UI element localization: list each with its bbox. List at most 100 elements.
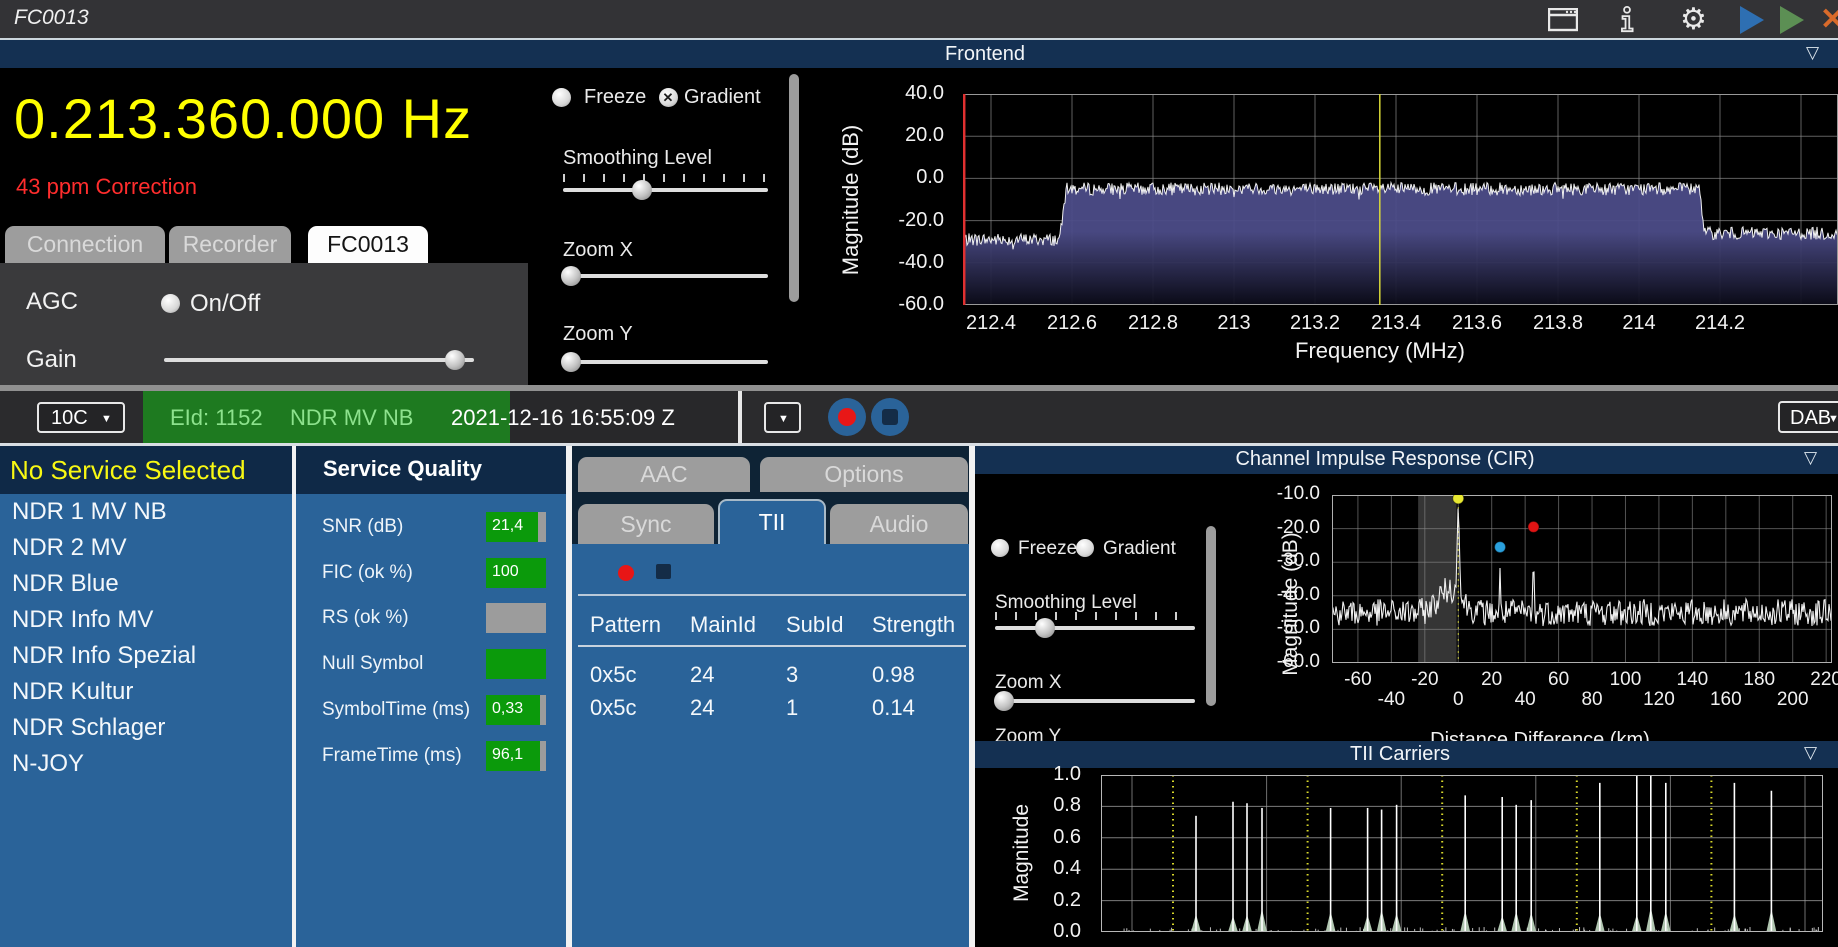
channel-select[interactable]: 10C ▼ xyxy=(37,402,125,433)
service-quality-header: Service Quality xyxy=(296,446,566,494)
tab-audio[interactable]: Audio xyxy=(830,504,968,544)
zoom-y-slider-handle[interactable] xyxy=(561,352,581,372)
quality-label: RS (ok %) xyxy=(322,607,409,629)
tii-table-header-rule xyxy=(578,645,966,647)
quality-label: SymbolTime (ms) xyxy=(322,699,470,721)
tii-y-axis-title: Magnitude xyxy=(1010,804,1034,902)
tab-connection[interactable]: Connection xyxy=(5,226,165,263)
zoom-y-slider-track[interactable] xyxy=(563,360,768,364)
cir-gradient-toggle[interactable] xyxy=(1076,539,1094,557)
window-title: FC0013 xyxy=(14,6,89,30)
agc-toggle[interactable] xyxy=(161,294,180,313)
gradient-toggle[interactable]: ✕ xyxy=(659,88,678,107)
tii-table-cell: 3 xyxy=(786,662,798,688)
frontend-controls-scrollbar[interactable] xyxy=(789,74,799,302)
smoothing-level-label: Smoothing Level xyxy=(563,147,712,170)
cir-smoothing-slider-track[interactable] xyxy=(995,626,1195,630)
service-item[interactable]: NDR 1 MV NB xyxy=(0,494,292,530)
service-item[interactable]: N-JOY xyxy=(0,746,292,782)
service-item[interactable]: NDR Schlager xyxy=(0,710,292,746)
service-item[interactable]: NDR 2 MV xyxy=(0,530,292,566)
quality-bar-fic: 100 xyxy=(486,558,546,588)
tii-table-cell: 0x5c xyxy=(590,695,636,721)
app-window: FC0013 ⚙ ✕ Frontend ▽ 0.213.360.000 Hz 4… xyxy=(0,0,1838,947)
spectrum-plot[interactable] xyxy=(963,94,1838,305)
service-item[interactable]: NDR Info Spezial xyxy=(0,638,292,674)
cir-title: Channel Impulse Response (CIR) xyxy=(1235,448,1534,471)
cir-smoothing-slider-handle[interactable] xyxy=(1035,618,1055,638)
spectrum-x-tick: 213.4 xyxy=(1371,312,1421,335)
cir-header-bar: Channel Impulse Response (CIR) ▽ xyxy=(975,446,1838,474)
tab-options[interactable]: Options xyxy=(760,457,968,492)
frontend-title: Frontend xyxy=(945,43,1025,66)
tii-table-header: Pattern xyxy=(590,612,661,638)
info-icon[interactable] xyxy=(1620,6,1634,32)
quality-bar-fill: 0,33 xyxy=(486,695,540,725)
spectrum-y-tick: 0.0 xyxy=(886,166,944,189)
quality-value: 100 xyxy=(492,563,519,581)
tab-sync[interactable]: Sync xyxy=(578,504,714,544)
spectrum-x-tick: 213.2 xyxy=(1290,312,1340,335)
cir-freeze-label: Freeze xyxy=(1018,538,1077,560)
smoothing-slider-ticks xyxy=(563,174,768,182)
tii-title: TII Carriers xyxy=(1350,743,1450,766)
stop-button[interactable] xyxy=(871,398,909,436)
tii-collapse-icon[interactable]: ▽ xyxy=(1804,743,1817,763)
smoothing-slider-track[interactable] xyxy=(563,188,768,192)
cir-plot[interactable] xyxy=(1332,495,1832,663)
gradient-toggle-check-icon: ✕ xyxy=(663,91,674,104)
record-button[interactable] xyxy=(828,398,866,436)
agc-on-off-label: On/Off xyxy=(190,290,260,318)
quality-bar-fill: 21,4 xyxy=(486,512,538,542)
tii-table-header: MainId xyxy=(690,612,756,638)
title-bar: FC0013 ⚙ ✕ xyxy=(0,0,1838,38)
service-item[interactable]: NDR Blue xyxy=(0,566,292,602)
tab-recorder[interactable]: Recorder xyxy=(169,226,291,263)
cir-collapse-icon[interactable]: ▽ xyxy=(1804,448,1817,468)
close-orange-icon[interactable]: ✕ xyxy=(1820,2,1838,37)
service-item[interactable]: NDR Kultur xyxy=(0,674,292,710)
tab-aac[interactable]: AAC xyxy=(578,457,750,492)
spectrum-y-tick: -20.0 xyxy=(886,209,944,232)
spectrum-x-tick: 213 xyxy=(1217,312,1250,335)
smoothing-slider-handle[interactable] xyxy=(632,180,652,200)
service-item[interactable]: NDR Info MV xyxy=(0,602,292,638)
gain-slider-track[interactable] xyxy=(164,358,474,362)
record-options-caret-icon: ▼ xyxy=(778,413,789,425)
cir-controls-scrollbar[interactable] xyxy=(1206,526,1216,706)
mode-select-value: DAB xyxy=(1790,407,1831,430)
play-green-icon[interactable] xyxy=(1780,6,1804,34)
cir-x-tick: 200 xyxy=(1777,689,1809,711)
zoom-x-slider-handle[interactable] xyxy=(561,266,581,286)
sync-indicator xyxy=(618,565,634,581)
channel-select-value: 10C xyxy=(51,407,88,430)
spectrum-y-tick: -60.0 xyxy=(886,293,944,316)
cir-x-tick: 60 xyxy=(1548,669,1569,691)
window-icon[interactable] xyxy=(1548,8,1578,34)
cir-zoom-x-slider-handle[interactable] xyxy=(994,691,1014,711)
zoom-x-slider-track[interactable] xyxy=(563,274,768,278)
cir-freeze-toggle[interactable] xyxy=(991,539,1009,557)
tab-tii[interactable]: TII xyxy=(718,499,826,544)
tab-fc0013[interactable]: FC0013 xyxy=(308,226,428,263)
ppm-correction: 43 ppm Correction xyxy=(16,174,197,200)
tii-table-header: SubId xyxy=(786,612,844,638)
gradient-label: Gradient xyxy=(684,86,761,109)
record-options-dropdown[interactable]: ▼ xyxy=(764,402,801,433)
channel-select-caret-icon: ▼ xyxy=(101,413,112,425)
tii-carriers-plot[interactable] xyxy=(1101,775,1823,932)
freeze-toggle[interactable] xyxy=(552,88,571,107)
cir-zoom-x-slider-track[interactable] xyxy=(995,699,1195,703)
zoom-x-label: Zoom X xyxy=(563,239,633,262)
cir-x-tick: 0 xyxy=(1453,689,1464,711)
play-blue-icon[interactable] xyxy=(1740,6,1764,34)
cir-y-tick: -10.0 xyxy=(1262,483,1320,505)
quality-value: 96,1 xyxy=(492,746,523,764)
spectrum-x-tick: 214.2 xyxy=(1695,312,1745,335)
spectrum-y-tick: 40.0 xyxy=(886,82,944,105)
statusbar-separator xyxy=(738,391,742,443)
settings-gear-icon[interactable]: ⚙ xyxy=(1680,2,1707,37)
status-bar: 10C ▼ EId: 1152 NDR MV NB 2021-12-16 16:… xyxy=(0,391,1838,443)
frontend-collapse-icon[interactable]: ▽ xyxy=(1806,43,1819,63)
mode-select[interactable]: DAB ▼ xyxy=(1778,401,1838,433)
